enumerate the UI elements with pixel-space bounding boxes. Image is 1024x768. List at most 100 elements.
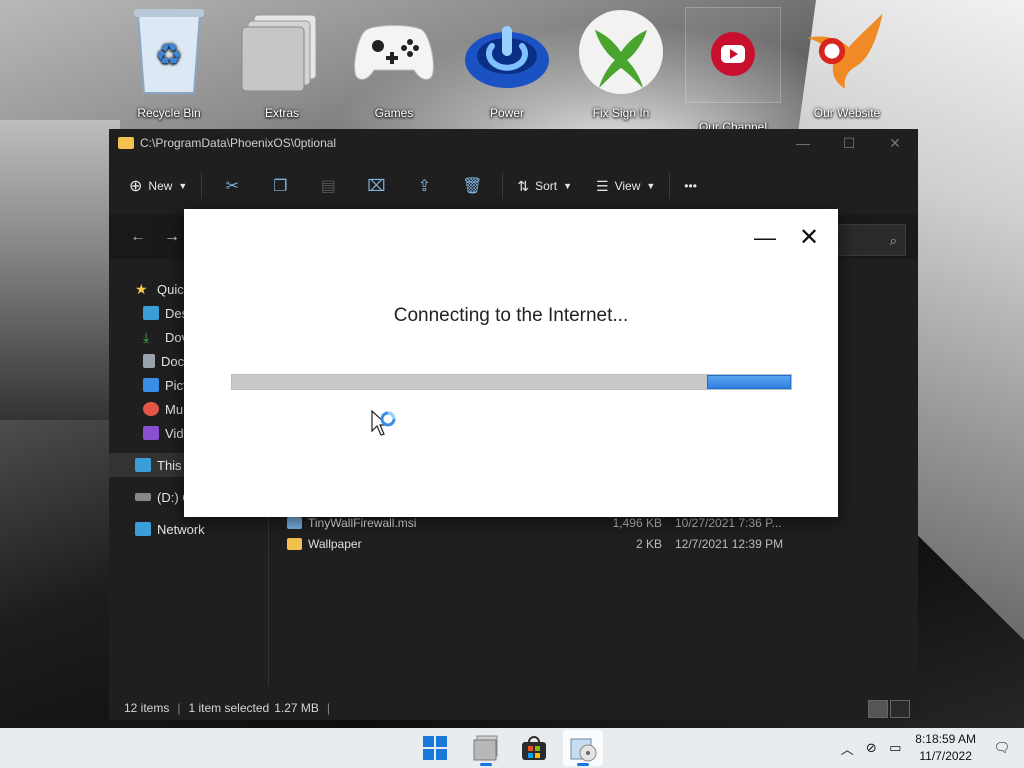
file-row[interactable]: Wallpaper 2 KB 12/7/2021 12:39 PM xyxy=(287,534,907,554)
minimize-icon[interactable]: — xyxy=(780,135,826,152)
nav-item-label: Quic xyxy=(157,281,184,297)
cut-icon[interactable]: ✂ xyxy=(208,170,256,202)
plus-circle-icon: ⊕ xyxy=(129,178,143,195)
file-date: 10/27/2021 7:36 P... xyxy=(675,516,782,530)
explorer-toolbar: ⊕ New ▼ ✂ ❐ ▤ ⌧ ⇪ 🗑 ⇅ Sort ▼ ☰ View ▼ ••… xyxy=(109,157,918,215)
clock-time: 8:18:59 AM xyxy=(915,732,976,746)
nav-item-network[interactable]: Network xyxy=(109,517,294,541)
status-size: 1.27 MB xyxy=(274,701,319,715)
dialog-minimize-icon[interactable]: — xyxy=(754,227,776,249)
file-name: Wallpaper xyxy=(308,537,362,551)
youtube-icon xyxy=(688,8,778,100)
status-divider: | xyxy=(177,701,181,715)
close-icon[interactable]: ✕ xyxy=(872,135,918,152)
sort-icon: ⇅ xyxy=(517,177,530,194)
tiles-view-icon[interactable] xyxy=(890,700,910,718)
connecting-dialog: — ✕ Connecting to the Internet... xyxy=(184,209,838,517)
explorer-titlebar[interactable]: C:\ProgramData\PhoenixOS\0ptional — ☐ ✕ xyxy=(109,129,918,157)
nav-item-label: Mu xyxy=(165,401,184,417)
busy-cursor-icon xyxy=(370,409,400,446)
desktop-icon-extras[interactable]: Extras xyxy=(232,6,332,124)
search-box[interactable]: ⌕ xyxy=(836,224,906,256)
chevron-up-icon[interactable]: ︿ xyxy=(835,739,859,758)
recycle-bin-icon: ♻ xyxy=(124,6,214,98)
phoenix-icon xyxy=(802,6,892,98)
svg-text:♻: ♻ xyxy=(156,39,183,72)
nav-item-label: This xyxy=(157,457,182,473)
status-bar: 12 items | 1 item selected 1.27 MB | xyxy=(109,696,918,720)
notification-icon[interactable]: 🗨 xyxy=(990,740,1014,756)
star-icon: ★ xyxy=(135,281,148,297)
rename-icon[interactable]: ⌧ xyxy=(352,170,400,202)
installer-disc-icon xyxy=(570,738,597,762)
toolbar-divider xyxy=(669,173,671,199)
taskbar: ︿ ⊘ ▭ 8:18:59 AM 11/7/2022 🗨 xyxy=(0,728,1024,768)
paste-icon[interactable]: ▤ xyxy=(304,170,352,202)
back-arrow-icon[interactable]: ← xyxy=(121,228,155,246)
document-icon xyxy=(143,354,155,368)
video-icon xyxy=(143,426,159,440)
system-tray: ︿ ⊘ ▭ 8:18:59 AM 11/7/2022 🗨 xyxy=(835,728,1024,768)
explorer-title: C:\ProgramData\PhoenixOS\0ptional xyxy=(140,136,337,150)
status-divider: | xyxy=(326,701,331,715)
progress-bar-fill xyxy=(707,375,791,389)
download-icon: ⤓ xyxy=(143,329,150,345)
more-options-button[interactable]: ••• xyxy=(676,170,705,202)
desktop-icon-our-channel[interactable]: Our Channel xyxy=(685,7,781,134)
window-controls: — ☐ ✕ xyxy=(780,135,918,152)
msi-installer-icon xyxy=(287,517,302,529)
taskbar-installer-app[interactable] xyxy=(563,730,603,766)
wallpaper-left-panel xyxy=(0,120,120,420)
desktop-icon-games[interactable]: Games xyxy=(344,6,444,124)
chevron-down-icon: ▼ xyxy=(646,181,656,191)
status-item-count: 12 items xyxy=(124,701,170,715)
music-icon xyxy=(143,402,159,416)
taskbar-clock[interactable]: 8:18:59 AM 11/7/2022 xyxy=(915,731,976,765)
details-view-icon[interactable] xyxy=(868,700,888,718)
taskbar-store[interactable] xyxy=(514,730,554,766)
store-icon xyxy=(522,736,546,760)
sort-button[interactable]: ⇅ Sort ▼ xyxy=(509,170,580,202)
network-icon xyxy=(135,522,151,536)
desktop-icon-our-website[interactable]: Our Website xyxy=(797,6,897,124)
delete-icon[interactable]: 🗑 xyxy=(448,170,496,202)
desktop-icon-fix-sign-in[interactable]: Fix Sign In xyxy=(571,6,671,124)
maximize-icon[interactable]: ☐ xyxy=(826,135,872,152)
dialog-message: Connecting to the Internet... xyxy=(393,305,629,326)
monitor-icon[interactable]: ▭ xyxy=(883,740,907,756)
file-name: TinyWallFirewall.msi xyxy=(308,516,417,530)
desktop-icon xyxy=(143,306,159,320)
folder-icon xyxy=(287,538,302,550)
clock-date: 11/7/2022 xyxy=(919,749,972,763)
share-icon[interactable]: ⇪ xyxy=(400,170,448,202)
view-button-label: View xyxy=(614,179,641,193)
chevron-down-icon: ▼ xyxy=(178,181,188,191)
view-button[interactable]: ☰ View ▼ xyxy=(588,170,663,202)
sort-button-label: Sort xyxy=(535,179,558,193)
desktop-icon-recycle-bin[interactable]: ♻ Recycle Bin xyxy=(119,6,219,124)
network-status-icon[interactable]: ⊘ xyxy=(859,740,883,756)
folder-icon xyxy=(118,137,134,149)
taskbar-file-explorer[interactable] xyxy=(466,730,506,766)
file-size: 1,496 KB xyxy=(612,516,662,530)
desktop-icon-label: Power xyxy=(489,106,524,120)
view-icon: ☰ xyxy=(596,177,609,194)
computer-icon xyxy=(135,458,151,472)
search-icon: ⌕ xyxy=(889,233,897,248)
start-button[interactable] xyxy=(415,730,455,766)
file-date: 12/7/2021 12:39 PM xyxy=(675,537,784,551)
toolbar-divider xyxy=(502,173,504,199)
new-button-label: New xyxy=(148,179,173,193)
new-button[interactable]: ⊕ New ▼ xyxy=(121,170,195,202)
more-icon: ••• xyxy=(684,179,697,193)
gamepad-icon xyxy=(349,6,439,98)
desktop-icon-label: Games xyxy=(374,106,414,120)
dialog-close-icon[interactable]: ✕ xyxy=(796,226,822,250)
nav-item-label: Vid xyxy=(165,425,184,441)
picture-icon xyxy=(143,378,159,392)
desktop-icon-label: Recycle Bin xyxy=(137,106,201,120)
power-icon xyxy=(462,6,552,98)
copy-icon[interactable]: ❐ xyxy=(256,170,304,202)
desktop-icon-label: Extras xyxy=(264,106,299,120)
desktop-icon-power[interactable]: Power xyxy=(457,6,557,124)
